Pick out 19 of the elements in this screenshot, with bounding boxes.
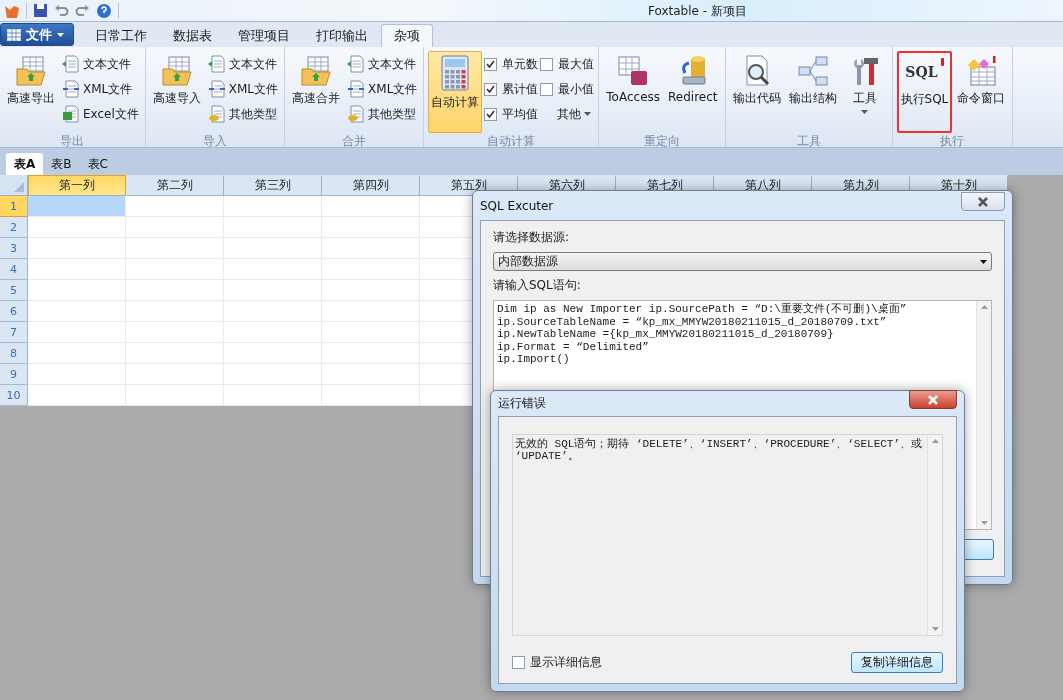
group-title: 导入 <box>201 133 228 150</box>
field-label: 请选择数据源: <box>493 229 571 246</box>
checkbox-label: 最小值 <box>558 80 595 98</box>
dialog-title: 运行错误 <box>498 395 546 412</box>
checkbox-label: 累计值 <box>502 80 539 98</box>
error-message: 无效的 SQL语句；期待 ‘DELETE’、‘INSERT’、‘PROCEDURE’、‘SELECT’、或 ‘UPDATE’。 <box>514 437 924 464</box>
checkbox-label: 最大值 <box>558 55 595 73</box>
window-title: Foxtable - 新项目 <box>648 3 747 20</box>
group-title: 执行 <box>939 133 966 150</box>
checkbox-label: 单元数 <box>502 55 539 73</box>
dialog-title: SQL Excuter <box>480 198 554 213</box>
checkbox-label: 显示详细信息 <box>530 654 602 671</box>
field-label: 请输入SQL语句: <box>493 277 582 294</box>
checkbox-label: 平均值 <box>502 105 539 123</box>
group-title: 工具 <box>795 133 822 150</box>
group-title: 合并 <box>341 133 368 150</box>
group-title: 重定向 <box>642 133 681 150</box>
group-title: 导出 <box>59 133 86 150</box>
group-title: 自动计算 <box>486 133 537 150</box>
